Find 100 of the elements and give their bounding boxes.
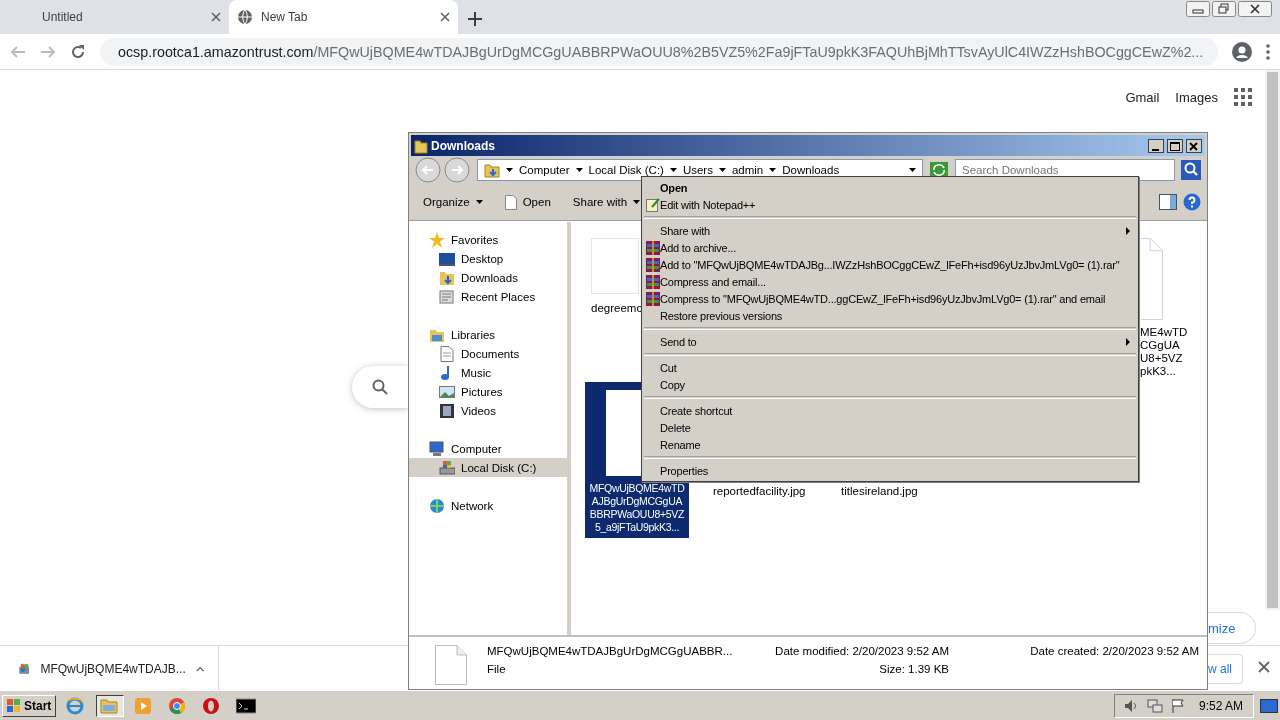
caret-icon bbox=[575, 168, 583, 172]
nav-item[interactable]: Music bbox=[409, 363, 567, 382]
globe-icon bbox=[237, 9, 253, 25]
nav-item[interactable]: Local Disk (C:) bbox=[409, 458, 567, 477]
nav-item[interactable]: Pictures bbox=[409, 382, 567, 401]
reload-icon[interactable] bbox=[70, 43, 86, 60]
file-thumbnail-icon bbox=[606, 390, 641, 476]
close-icon[interactable] bbox=[1258, 661, 1270, 673]
menu-item[interactable]: Restore previous versions bbox=[642, 307, 1138, 324]
file-name: titlesireland.jpg bbox=[841, 485, 918, 498]
archive-icon bbox=[646, 274, 660, 289]
archive-icon bbox=[646, 291, 660, 306]
toolbar-button[interactable]: Open bbox=[496, 192, 559, 212]
folder-icon bbox=[484, 162, 500, 178]
flag-icon[interactable] bbox=[1170, 697, 1185, 714]
file-thumbnail-icon bbox=[591, 238, 639, 294]
clock: 9:52 AM bbox=[1197, 698, 1244, 713]
drive-icon bbox=[439, 459, 455, 476]
file-type: File bbox=[487, 663, 507, 677]
file-name: MFQwUjBQME4wTDAJBgUrDgMCGgUABBR... bbox=[487, 645, 734, 659]
caret-icon bbox=[669, 168, 677, 172]
nav-item[interactable]: Libraries bbox=[409, 325, 567, 344]
menu-item[interactable]: Send to bbox=[642, 333, 1138, 350]
nav-item[interactable]: Favorites bbox=[409, 230, 567, 249]
document-icon bbox=[504, 194, 517, 210]
date-created: Date created: 2/20/2023 9:52 AM bbox=[1029, 645, 1199, 659]
menu-item[interactable]: Compress and email... bbox=[642, 273, 1138, 290]
menu-item[interactable]: Share with bbox=[642, 222, 1138, 239]
url-text: ocsp.rootca1.amazontrust.com/MFQwUjBQME4wTDAJBgUrDgMCGgUABBRPWaOUU8%2B5VZ5%2Fa9jFTaU9pkK3FAQUhBjMhTTsvAyUlC4IWZzHshBOCggCEwZ%2... bbox=[118, 43, 1204, 60]
document-icon bbox=[435, 645, 467, 685]
menu-item[interactable]: Add to archive... bbox=[642, 239, 1138, 256]
menu-icon[interactable] bbox=[1266, 43, 1270, 60]
caret-icon bbox=[718, 168, 726, 172]
customize-button[interactable]: mize bbox=[1208, 612, 1257, 644]
nav-item[interactable]: Computer bbox=[409, 439, 567, 458]
breadcrumb-item[interactable]: admin bbox=[731, 164, 764, 176]
nav-item[interactable]: Network bbox=[409, 496, 567, 515]
file-name: ME4wTD CGgUA U8+5VZ pkK3... bbox=[1140, 326, 1188, 378]
submenu-arrow-icon bbox=[1126, 337, 1130, 346]
back-forward-icon[interactable] bbox=[415, 157, 471, 183]
show-desktop-icon[interactable] bbox=[1260, 698, 1278, 713]
archive-icon bbox=[646, 240, 660, 255]
restore-icon[interactable] bbox=[1212, 1, 1236, 17]
preview-pane-icon[interactable] bbox=[1159, 194, 1177, 210]
search-icon bbox=[372, 379, 388, 395]
file-name: degreemc bbox=[591, 302, 643, 315]
menu-item[interactable]: Open bbox=[642, 179, 1138, 196]
nav-item[interactable]: Videos bbox=[409, 401, 567, 420]
menu-item[interactable]: Add to "MFQwUjBQME4wTDAJBg...IWZzHshBOCggCEwZ_lFeFh+isd96yUzJbvJmLVg0= (1).rar" bbox=[642, 256, 1138, 273]
pictures-icon bbox=[439, 383, 455, 400]
caret-icon bbox=[633, 200, 641, 204]
browser-tab[interactable]: Untitled bbox=[0, 0, 229, 34]
file-name: MFQwUjBQME4wTD AJBgUrDgMCGgUA BBRPWaOUU8+5VZ 5_a9jFTaU9pkK3... bbox=[589, 482, 685, 534]
nav-item[interactable]: Desktop bbox=[409, 249, 567, 268]
apps-grid-icon[interactable] bbox=[1234, 88, 1252, 106]
close-icon[interactable] bbox=[1238, 1, 1272, 17]
menu-item[interactable]: Cut bbox=[642, 359, 1138, 376]
film-icon bbox=[439, 402, 455, 419]
archive-icon bbox=[646, 257, 660, 272]
header-link[interactable]: Gmail bbox=[1125, 89, 1160, 105]
toolbar-button[interactable]: Organize bbox=[415, 194, 491, 210]
taskbar-app[interactable] bbox=[96, 694, 125, 717]
document-icon bbox=[439, 345, 455, 362]
help-icon[interactable] bbox=[1183, 193, 1201, 211]
caret-icon bbox=[769, 168, 777, 172]
network-icon[interactable] bbox=[1146, 697, 1163, 714]
show-all-button[interactable]: w all bbox=[1208, 654, 1243, 684]
folder-icon bbox=[100, 696, 121, 715]
windows-logo-icon bbox=[7, 698, 21, 713]
chevron-up-icon bbox=[195, 664, 204, 673]
start-button[interactable]: Start bbox=[2, 694, 57, 717]
desktop-icon bbox=[439, 250, 455, 267]
terminal-icon bbox=[236, 696, 257, 715]
minimize-icon[interactable] bbox=[1148, 138, 1164, 153]
breadcrumb-item[interactable]: Downloads bbox=[782, 164, 840, 176]
network-icon bbox=[429, 497, 445, 514]
browser-tab[interactable]: New Tab bbox=[229, 0, 458, 34]
caret-icon bbox=[909, 168, 916, 172]
breadcrumb-item[interactable]: Users bbox=[682, 164, 713, 176]
nav-item[interactable]: Downloads bbox=[409, 268, 567, 287]
maximize-icon[interactable] bbox=[1167, 138, 1183, 153]
new-tab-icon[interactable] bbox=[468, 12, 482, 26]
file-name: reportedfacility.jpg bbox=[713, 485, 806, 498]
profile-icon[interactable] bbox=[1232, 41, 1252, 62]
breadcrumb-item[interactable]: Local Disk (C:) bbox=[588, 164, 664, 176]
nav-item[interactable]: Recent Places bbox=[409, 287, 567, 306]
scrollbar[interactable] bbox=[1265, 70, 1280, 610]
folder-icon bbox=[439, 269, 455, 286]
address-bar[interactable]: ocsp.rootca1.amazontrust.com/MFQwUjBQME4wTDAJBgUrDgMCGgUABBRPWaOUU8%2B5VZ5%2Fa9jFTaU9pkK3FAQUhBjMhTTsvAyUlC4IWZzHshBOCggCEwZ%2... bbox=[100, 37, 1218, 66]
menu-item[interactable]: Compress to "MFQwUjBQME4wTD...ggCEwZ_lFeFh+isd96yUzJbvJmLVg0= (1).rar" and email bbox=[642, 290, 1138, 307]
star-icon bbox=[429, 231, 445, 248]
close-icon[interactable] bbox=[1186, 138, 1202, 153]
submenu-arrow-icon bbox=[1126, 226, 1130, 235]
header-link[interactable]: Images bbox=[1175, 89, 1218, 105]
window-title: Downloads bbox=[431, 138, 495, 153]
close-icon[interactable] bbox=[440, 12, 450, 22]
breadcrumb-item[interactable]: Computer bbox=[519, 164, 570, 176]
caret-icon bbox=[475, 200, 483, 204]
nav-item[interactable]: Documents bbox=[409, 344, 567, 363]
search-icon[interactable] bbox=[1181, 160, 1201, 180]
